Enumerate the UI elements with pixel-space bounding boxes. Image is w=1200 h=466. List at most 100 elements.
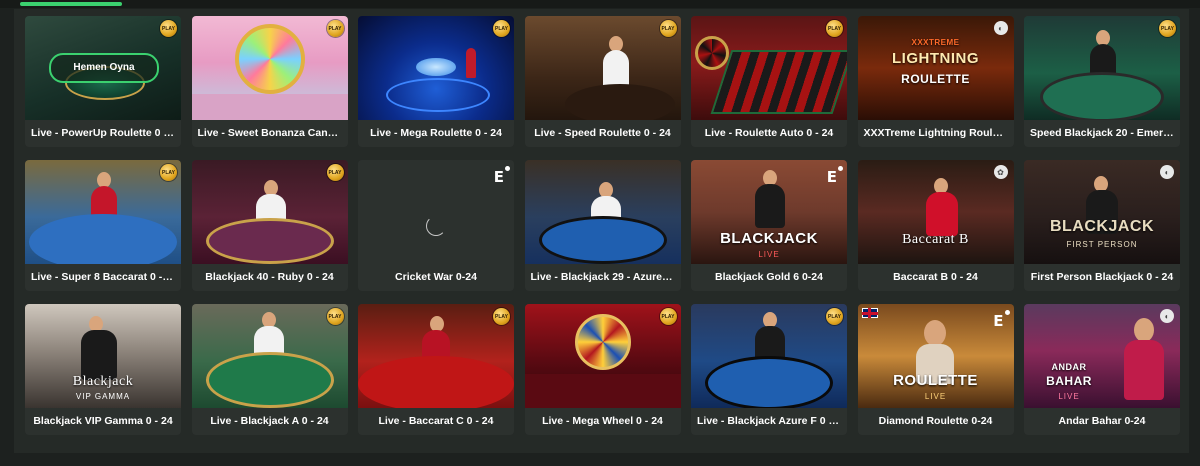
thumb-text: LIVE — [924, 392, 947, 401]
game-title: Live - Sweet Bonanza Candy… — [197, 127, 348, 139]
game-thumbnail: ANDAR BAHAR LIVE — [1024, 304, 1180, 408]
game-title: Blackjack VIP Gamma 0 - 24 — [33, 415, 173, 427]
game-card[interactable]: PLAY Speed Blackjack 20 - Emeral… — [1024, 16, 1180, 147]
game-title: Live - Blackjack Azure F 0 - 24 — [697, 415, 847, 427]
game-grid: Hemen Oyna PLAY Live - PowerUp Roulette … — [25, 16, 1180, 435]
thumb-text: LIVE — [758, 250, 780, 259]
game-card[interactable]: PLAY Live - Roulette Auto 0 - 24 — [691, 16, 847, 147]
thumb-text: XXXTREME — [911, 38, 960, 47]
game-card[interactable]: PLAY Live - Super 8 Baccarat 0 - 24 — [25, 160, 181, 291]
game-card[interactable]: Hemen Oyna PLAY Live - PowerUp Roulette … — [25, 16, 181, 147]
game-thumbnail — [191, 160, 348, 264]
game-thumbnail — [358, 304, 514, 408]
thumb-text: BAHAR — [1046, 374, 1092, 388]
game-thumbnail — [191, 304, 348, 408]
pragmatic-play-badge-icon: PLAY — [826, 20, 843, 37]
game-title: Live - Mega Roulette 0 - 24 — [370, 127, 502, 139]
game-card[interactable]: PLAY Blackjack 40 - Ruby 0 - 24 — [191, 160, 348, 291]
game-card[interactable]: PLAY Live - Speed Roulette 0 - 24 — [524, 16, 681, 147]
pragmatic-play-badge-icon: PLAY — [659, 20, 677, 37]
game-title: Live - Blackjack A 0 - 24 — [210, 415, 329, 427]
game-thumbnail — [524, 160, 681, 264]
game-thumbnail — [191, 16, 348, 120]
game-thumbnail — [524, 16, 681, 120]
game-card[interactable]: BLACKJACK FIRST PERSON ◐ First Person Bl… — [1024, 160, 1180, 291]
thumb-text: Blackjack — [72, 374, 134, 389]
thumb-text: ANDAR — [1051, 362, 1087, 372]
thumb-text: LIGHTNING — [892, 50, 979, 67]
game-card[interactable]: PLAY Live - Mega Roulette 0 - 24 — [358, 16, 514, 147]
game-thumbnail: ROULETTE LIVE — [857, 304, 1014, 408]
game-card[interactable]: PLAY Live - Baccarat C 0 - 24 — [358, 304, 514, 435]
game-title: Baccarat B 0 - 24 — [893, 271, 978, 283]
game-title: First Person Blackjack 0 - 24 — [1030, 271, 1174, 283]
game-card[interactable]: PLAY Live - Blackjack A 0 - 24 — [191, 304, 348, 435]
game-thumbnail: Hemen Oyna — [25, 16, 181, 120]
game-title: Speed Blackjack 20 - Emeral… — [1030, 127, 1180, 139]
game-title: Blackjack 40 - Ruby 0 - 24 — [205, 271, 334, 283]
game-thumbnail — [691, 16, 847, 120]
evolution-badge-icon: ◐ — [993, 21, 1008, 35]
pragmatic-play-badge-icon: PLAY — [326, 308, 344, 325]
game-card[interactable]: Live - Blackjack 29 - Azure 0… — [524, 160, 681, 291]
game-card[interactable]: Blackjack VIP GAMMA Blackjack VIP Gamma … — [25, 304, 181, 435]
game-title: Live - Super 8 Baccarat 0 - 24 — [31, 271, 177, 283]
game-title: Blackjack Gold 6 0-24 — [715, 271, 823, 283]
ezugi-badge-icon: E — [493, 166, 511, 186]
game-thumbnail — [358, 160, 514, 264]
thumb-text: ROULETTE — [901, 72, 970, 86]
evolution-badge-icon: ◐ — [1160, 165, 1174, 179]
thumb-text: ROULETTE — [893, 372, 978, 389]
game-card[interactable]: E Cricket War 0-24 — [358, 160, 514, 291]
game-card[interactable]: PLAY Live - Mega Wheel 0 - 24 — [524, 304, 681, 435]
scroll-progress-bar — [20, 2, 122, 6]
top-bar — [0, 0, 1200, 8]
thumb-text: VIP GAMMA — [75, 392, 131, 401]
thumb-text: FIRST PERSON — [1066, 240, 1138, 249]
game-card[interactable]: ANDAR BAHAR LIVE ◐ Andar Bahar 0-24 — [1024, 304, 1180, 435]
game-thumbnail: BLACKJACK FIRST PERSON — [1024, 160, 1180, 264]
pragmatic-play-badge-icon: PLAY — [160, 20, 177, 37]
game-thumbnail: BLACKJACK LIVE — [691, 160, 847, 264]
ezugi-badge-icon: E — [826, 166, 844, 186]
game-title: Live - Baccarat C 0 - 24 — [378, 415, 494, 427]
game-thumbnail — [691, 304, 847, 408]
game-card[interactable]: PLAY Live - Blackjack Azure F 0 - 24 — [691, 304, 847, 435]
pragmatic-play-badge-icon: PLAY — [1159, 20, 1176, 37]
game-thumbnail: XXXTREME LIGHTNING ROULETTE — [857, 16, 1014, 120]
game-title: Live - Speed Roulette 0 - 24 — [534, 127, 671, 139]
game-title: Andar Bahar 0-24 — [1058, 415, 1146, 427]
game-title: Live - Roulette Auto 0 - 24 — [704, 127, 834, 139]
game-card[interactable]: BLACKJACK LIVE E Blackjack Gold 6 0-24 — [691, 160, 847, 291]
game-title: Live - PowerUp Roulette 0 - 24 — [31, 127, 181, 139]
game-thumbnail: Baccarat B — [857, 160, 1014, 264]
evolution-badge-icon: ◐ — [1160, 309, 1174, 323]
game-card[interactable]: Baccarat B ✿ Baccarat B 0 - 24 — [857, 160, 1014, 291]
game-card[interactable]: PLAY Live - Sweet Bonanza Candy… — [191, 16, 348, 147]
play-now-button[interactable]: Hemen Oyna — [49, 53, 159, 83]
game-title: XXXTreme Lightning Roulette… — [863, 127, 1014, 139]
ezugi-badge-icon: E — [993, 310, 1010, 330]
game-card[interactable]: XXXTREME LIGHTNING ROULETTE ◐ XXXTreme L… — [857, 16, 1014, 147]
loading-spinner-icon — [426, 216, 446, 236]
pragmatic-play-badge-icon: PLAY — [160, 164, 177, 181]
game-title: Live - Blackjack 29 - Azure 0… — [530, 271, 681, 283]
game-title: Live - Mega Wheel 0 - 24 — [542, 415, 663, 427]
game-thumbnail — [524, 304, 681, 408]
pragmatic-play-badge-icon: PLAY — [659, 308, 677, 325]
thumb-text: BLACKJACK — [720, 230, 818, 247]
thumb-text: BLACKJACK — [1049, 218, 1155, 235]
pragmatic-play-badge-icon: PLAY — [326, 20, 344, 37]
thumb-text: LIVE — [1058, 392, 1080, 401]
game-title: Cricket War 0-24 — [395, 271, 477, 283]
game-thumbnail — [1024, 16, 1180, 120]
thumb-text: Baccarat B — [902, 232, 969, 247]
game-thumbnail — [358, 16, 514, 120]
game-card[interactable]: ROULETTE LIVE E Diamond Roulette 0-24 — [857, 304, 1014, 435]
game-title: Diamond Roulette 0-24 — [878, 415, 993, 427]
pragmatic-play-badge-icon: PLAY — [493, 20, 510, 37]
game-thumbnail: Blackjack VIP GAMMA — [25, 304, 181, 408]
pragmatic-play-badge-icon: PLAY — [493, 308, 510, 325]
pragmatic-play-badge-icon: PLAY — [826, 308, 843, 325]
game-thumbnail — [25, 160, 181, 264]
